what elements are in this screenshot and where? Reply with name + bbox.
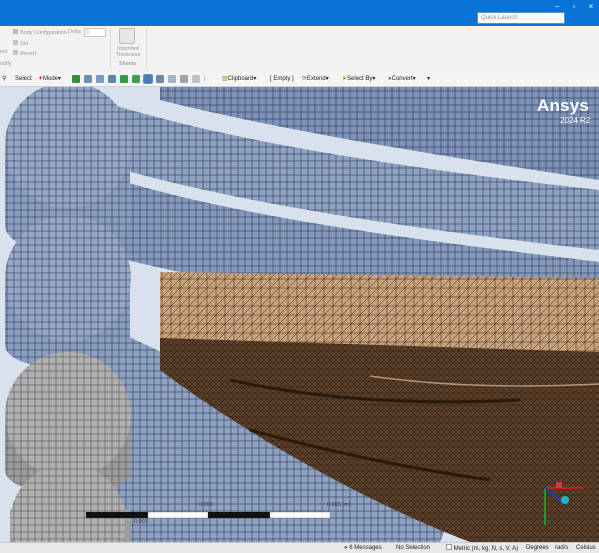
revert-label: Revert: [20, 51, 37, 57]
angle-units[interactable]: Degrees: [526, 544, 549, 552]
sheets-group-label: Sheets: [119, 61, 137, 67]
select-nodes-icon[interactable]: [132, 75, 140, 83]
clipboard-button[interactable]: ▧Clipboard▾: [222, 74, 256, 84]
messages-label: 6 Messages: [349, 545, 382, 551]
select-through-icon[interactable]: [180, 75, 188, 83]
select-by-label: Select By: [347, 76, 373, 82]
overflow-icon[interactable]: ▾: [427, 74, 430, 84]
version-label: 2024 R2: [560, 116, 591, 125]
separator: [146, 28, 147, 68]
revert-button[interactable]: Revert: [13, 50, 36, 57]
select-vertices-icon[interactable]: [96, 75, 104, 83]
set-label: Set: [20, 41, 29, 47]
convert-button[interactable]: ●Convert▾: [388, 74, 416, 84]
mode-label: Mode: [43, 76, 59, 82]
imported-thickness-label[interactable]: Imported Thickness: [113, 46, 143, 58]
set-icon: [13, 40, 18, 45]
pick-icon[interactable]: [168, 75, 176, 83]
quick-launch-input[interactable]: Quick Launch: [477, 12, 565, 24]
close-button[interactable]: ×: [585, 2, 597, 12]
selection-status: No Selection: [396, 545, 431, 551]
unit-icon: [446, 544, 452, 550]
chevron-down-icon: ▾: [325, 76, 329, 82]
chevron-down-icon: ▾: [253, 76, 257, 82]
mesh-top-slab: [160, 272, 599, 352]
ribbon-partial-label: odify: [0, 61, 12, 67]
chevron-down-icon: ▾: [372, 76, 376, 82]
chevron-down-icon: ▾: [58, 76, 62, 82]
select-bodies-icon[interactable]: [108, 75, 116, 83]
unit-system-label: Metric (m, kg, N, s, V, A): [453, 546, 519, 552]
select-faces-icon[interactable]: [72, 75, 80, 83]
ribbon-partial-label: ent: [0, 49, 8, 55]
mode-button[interactable]: ✦Mode▾: [38, 74, 61, 84]
separator: [110, 28, 111, 68]
body-config-label: Body Configuration: [20, 30, 67, 36]
divider-icon: |: [204, 76, 206, 82]
select-mesh-icon[interactable]: [120, 75, 128, 83]
restore-button[interactable]: ▫: [568, 2, 580, 12]
temperature-units[interactable]: Celsius: [576, 544, 596, 552]
coil-end-face: [5, 215, 131, 369]
ribbon: ent odify Body Configuration Delta 0 Set…: [0, 26, 599, 73]
select-by-button[interactable]: ➤Select By▾: [342, 74, 375, 84]
title-bar: Quick Launch − ▫ ×: [0, 0, 599, 26]
convert-label: Convert: [391, 76, 413, 82]
mesh-scene: [5, 87, 599, 542]
search-icon[interactable]: ⚲: [2, 74, 6, 84]
scale-label-bottom: 0.003: [134, 519, 148, 525]
selection-toolbar: ⚲ Select ✦Mode▾ | ▧Clipboard▾ [ Empty ] …: [0, 72, 599, 87]
deltas-field[interactable]: 0: [84, 28, 106, 37]
minimize-button[interactable]: −: [551, 2, 563, 12]
scale-ruler: [86, 511, 331, 519]
messages-button[interactable]: ● 6 Messages: [344, 544, 382, 552]
graphics-viewport[interactable]: Ansys 2024 R2 0.000 0.005 (m) 0.003: [0, 87, 599, 542]
named-selection-dropdown[interactable]: [ Empty ]: [270, 74, 294, 84]
clipboard-label: Clipboard: [227, 76, 254, 82]
imported-thickness-icon[interactable]: [119, 28, 135, 44]
status-bar: ● 6 Messages No Selection Metric (m, kg,…: [0, 542, 599, 553]
chevron-down-icon: ▾: [412, 76, 416, 82]
info-icon: ●: [344, 545, 348, 551]
body-config-icon: [13, 29, 18, 34]
set-button[interactable]: Set: [13, 40, 28, 47]
extend-button[interactable]: ⟳Extend▾: [302, 74, 329, 84]
select-edges-icon[interactable]: [84, 75, 92, 83]
angular-velocity-units[interactable]: rad/s: [555, 544, 568, 552]
select-elements-icon[interactable]: [143, 74, 153, 84]
deltas-label: Delta: [68, 29, 81, 35]
selection-filter-icon[interactable]: [192, 75, 200, 83]
extend-label: Extend: [307, 76, 326, 82]
scale-label-mid: 0.000: [199, 502, 213, 508]
ansys-logo: Ansys: [537, 96, 590, 115]
scale-label-right: 0.005 (m): [327, 502, 351, 508]
select-element-faces-icon[interactable]: [156, 75, 164, 83]
select-button[interactable]: Select: [15, 74, 32, 84]
revert-icon: [13, 50, 18, 55]
body-configuration-button[interactable]: Body Configuration: [13, 29, 67, 36]
